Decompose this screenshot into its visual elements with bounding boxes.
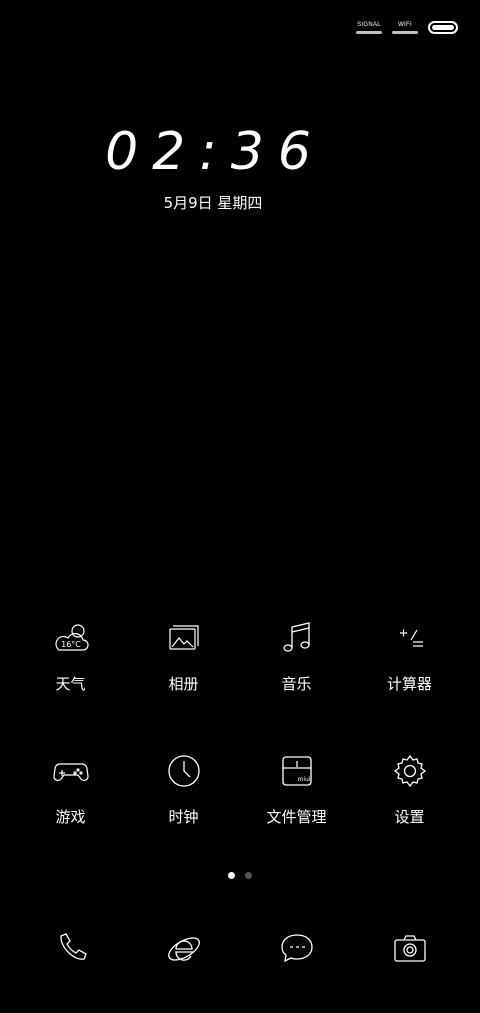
- battery-icon: [428, 21, 458, 34]
- app-gallery[interactable]: 相册: [127, 618, 240, 694]
- app-row-1: 16°C 天气 相册 音乐 计算器: [14, 618, 466, 694]
- dock-browser[interactable]: [127, 928, 240, 968]
- clock-time[interactable]: 02:36: [0, 122, 430, 182]
- wifi-bar: [392, 31, 418, 34]
- app-label: 天气: [55, 675, 86, 693]
- app-calculator[interactable]: 计算器: [353, 618, 466, 694]
- app-file-manager[interactable]: miui 文件管理: [240, 751, 353, 827]
- page-dot-1[interactable]: [228, 872, 235, 879]
- browser-icon: [167, 937, 200, 961]
- weather-icon: 16°C: [51, 618, 91, 658]
- dock-phone[interactable]: [14, 928, 127, 968]
- app-label: 文件管理: [266, 808, 327, 826]
- app-label: 时钟: [168, 808, 199, 826]
- app-label: 设置: [394, 808, 425, 826]
- page-dot-2[interactable]: [245, 872, 252, 879]
- dock: [14, 928, 466, 968]
- app-label: 游戏: [55, 808, 86, 826]
- file-manager-icon: miui: [277, 751, 317, 791]
- gamepad-icon: [51, 751, 91, 791]
- signal-bar: [356, 31, 382, 34]
- app-games[interactable]: 游戏: [14, 751, 127, 827]
- app-label: 计算器: [386, 675, 432, 693]
- gallery-icon: [164, 618, 204, 658]
- wifi-label: WIFI: [398, 22, 412, 28]
- app-label: 相册: [168, 675, 199, 693]
- messages-icon: [280, 934, 313, 963]
- app-settings[interactable]: 设置: [353, 751, 466, 827]
- dock-messages[interactable]: [240, 928, 353, 968]
- wifi-indicator: WIFI: [392, 22, 418, 34]
- signal-indicator: SIGNAL: [356, 22, 382, 34]
- weather-temp: 16°C: [61, 640, 81, 649]
- app-weather[interactable]: 16°C 天气: [14, 618, 127, 694]
- calculator-icon: [390, 618, 430, 658]
- camera-icon: [393, 935, 426, 962]
- dock-camera[interactable]: [353, 928, 466, 968]
- app-row-2: 游戏 时钟 miui 文件管理 设置: [14, 751, 466, 827]
- settings-icon: [390, 751, 430, 791]
- status-bar: SIGNAL WIFI: [356, 16, 458, 34]
- miui-badge: miui: [297, 776, 310, 783]
- app-clock[interactable]: 时钟: [127, 751, 240, 827]
- app-music[interactable]: 音乐: [240, 618, 353, 694]
- clock-date: 5月9日 星期四: [163, 194, 263, 212]
- app-label: 音乐: [281, 675, 312, 693]
- signal-label: SIGNAL: [357, 22, 381, 28]
- clock-icon: [164, 751, 204, 791]
- music-icon: [277, 618, 317, 658]
- phone-icon: [59, 933, 87, 960]
- page-indicator: [0, 872, 480, 879]
